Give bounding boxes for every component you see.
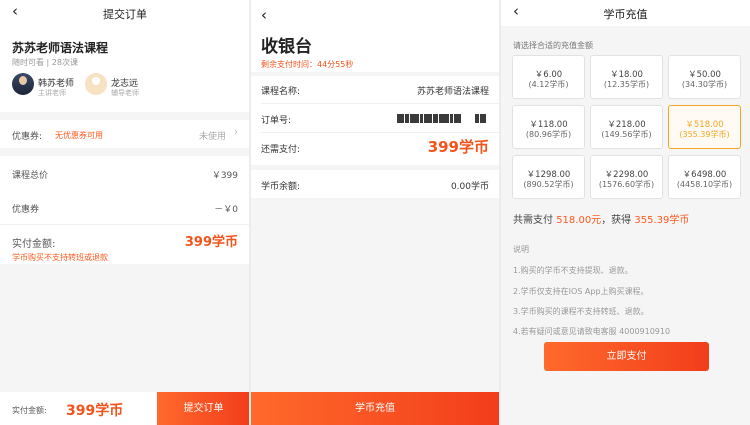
divider <box>0 224 250 225</box>
actual-value: 399学币 <box>184 235 238 250</box>
summary-amount: 518.00元 <box>556 215 602 226</box>
recharge-option[interactable]: ￥50.00 (34.30学币) <box>668 55 741 99</box>
summary-prefix: 共需支付 <box>513 215 553 226</box>
payment-summary: 共需支付 518.00元，获得 355.39学币 <box>513 211 689 226</box>
order-number-label: 订单号: <box>261 116 292 126</box>
course-title: 苏苏老师语法课程 <box>12 41 109 55</box>
divider <box>261 132 499 133</box>
option-coins: (12.35学币) <box>603 80 650 89</box>
divider <box>261 103 499 104</box>
coupon-row[interactable]: 优惠券: 无优惠券可用 未使用 › <box>0 120 250 148</box>
cashier-screen: ‹ 收银台 剩余支付时间：44分55秒 课程名称: 苏苏老师语法课程 订单号: … <box>251 0 499 425</box>
submit-order-button[interactable]: 提交订单 <box>157 392 250 425</box>
page-title: 提交订单 <box>103 8 147 21</box>
cashier-header: ‹ 收银台 剩余支付时间：44分55秒 <box>251 0 499 72</box>
option-coins: (4.12学币) <box>528 80 569 89</box>
course-meta: 随时可看 | 28次课 <box>12 58 78 67</box>
option-coins: (1576.60学币) <box>598 180 655 189</box>
avatar <box>85 73 107 95</box>
balance-row: 学币余额: 0.00学币 <box>251 170 499 198</box>
bottom-amount: 399学币 <box>66 403 124 419</box>
summary-coins: 355.39学币 <box>634 215 690 226</box>
notes-title: 说明 <box>513 245 529 254</box>
option-coins: (80.96学币) <box>525 130 572 139</box>
price-breakdown: 课程总价 ￥399 优惠券 －￥0 实付金额: 399学币 学币购买不支持转班或… <box>0 156 250 264</box>
recharge-option[interactable]: ￥2298.00 (1576.60学币) <box>590 155 663 199</box>
recharge-screen: ‹ 学币充值 请选择合适的充值金额 ￥6.00 (4.12学币) ￥18.00 (12… <box>501 0 750 425</box>
coupon-tip: 无优惠券可用 <box>55 131 103 140</box>
summary-mid: ，获得 <box>601 215 632 226</box>
submit-order-screen: ‹ 提交订单 苏苏老师语法课程 随时可看 | 28次课 韩苏老师 主讲老师 龙志… <box>0 0 250 425</box>
note-item: 3.学币购买的课程不支持转班、退款。 <box>513 307 649 316</box>
coupon-label: 优惠券: <box>12 132 43 142</box>
order-info: 课程名称: 苏苏老师语法课程 订单号: 还需支付: 399学币 <box>251 76 499 165</box>
recharge-option[interactable]: ￥518.00 (355.39学币) <box>668 105 741 149</box>
navbar: ‹ 学币充值 <box>501 0 750 26</box>
actual-label: 实付金额: <box>12 239 56 250</box>
back-icon[interactable]: ‹ <box>261 6 267 24</box>
order-number-masked <box>397 113 489 125</box>
bottom-bar: 实付金额: 399学币 提交订单 <box>0 392 250 425</box>
option-coins: (890.52学币) <box>523 180 574 189</box>
course-name-label: 课程名称: <box>261 87 301 97</box>
note-item: 4.若有疑问或意见请致电客服 4000910910 <box>513 327 671 336</box>
chevron-right-icon: › <box>234 127 238 138</box>
option-coins: (149.56学币) <box>601 130 652 139</box>
balance-value: 0.00学币 <box>450 182 489 192</box>
total-label: 课程总价 <box>12 171 49 181</box>
page-title: 学币充值 <box>603 8 648 21</box>
recharge-button[interactable]: 学币充值 <box>251 392 499 425</box>
recharge-option[interactable]: ￥6498.00 (4458.10学币) <box>668 155 741 199</box>
recharge-option[interactable]: ￥6.00 (4.12学币) <box>512 55 585 99</box>
recharge-option[interactable]: ￥18.00 (12.35学币) <box>590 55 663 99</box>
amount-due-value: 399学币 <box>427 138 489 156</box>
course-card: 苏苏老师语法课程 随时可看 | 28次课 韩苏老师 主讲老师 龙志远 辅导老师 <box>0 26 250 112</box>
navbar: ‹ 提交订单 <box>0 0 250 26</box>
amount-due-label: 还需支付: <box>261 145 301 155</box>
page-title: 收银台 <box>261 37 312 57</box>
course-name-value: 苏苏老师语法课程 <box>416 87 489 97</box>
option-coins: (34.30学币) <box>681 80 728 89</box>
teacher-role: 辅导老师 <box>111 89 139 97</box>
recharge-option[interactable]: ￥118.00 (80.96学币) <box>512 105 585 149</box>
pay-now-button[interactable]: 立即支付 <box>544 342 709 371</box>
coupon-status: 未使用 <box>198 132 226 142</box>
total-value: ￥399 <box>211 171 238 181</box>
app-screens: ‹ 提交订单 苏苏老师语法课程 随时可看 | 28次课 韩苏老师 主讲老师 龙志… <box>0 0 750 425</box>
discount-label: 优惠券 <box>12 205 40 215</box>
note-item: 2.学币仅支持在IOS App上购买课程。 <box>513 287 649 296</box>
countdown-text: 剩余支付时间：44分55秒 <box>261 60 354 69</box>
recharge-option[interactable]: ￥218.00 (149.56学币) <box>590 105 663 149</box>
note-item: 1.购买的学币不支持提现、退款。 <box>513 266 633 275</box>
recharge-option[interactable]: ￥1298.00 (890.52学币) <box>512 155 585 199</box>
teacher-role: 主讲老师 <box>38 89 66 97</box>
discount-value: －￥0 <box>214 205 238 215</box>
warning-text: 学币购买不支持转班或退款 <box>12 253 108 262</box>
option-coins: (355.39学币) <box>679 130 730 139</box>
recharge-hint: 请选择合适的充值金额 <box>513 41 593 50</box>
bottom-amount-label: 实付金额: <box>12 406 47 415</box>
option-coins: (4458.10学币) <box>676 180 733 189</box>
avatar <box>12 73 34 95</box>
balance-label: 学币余额: <box>261 182 301 192</box>
